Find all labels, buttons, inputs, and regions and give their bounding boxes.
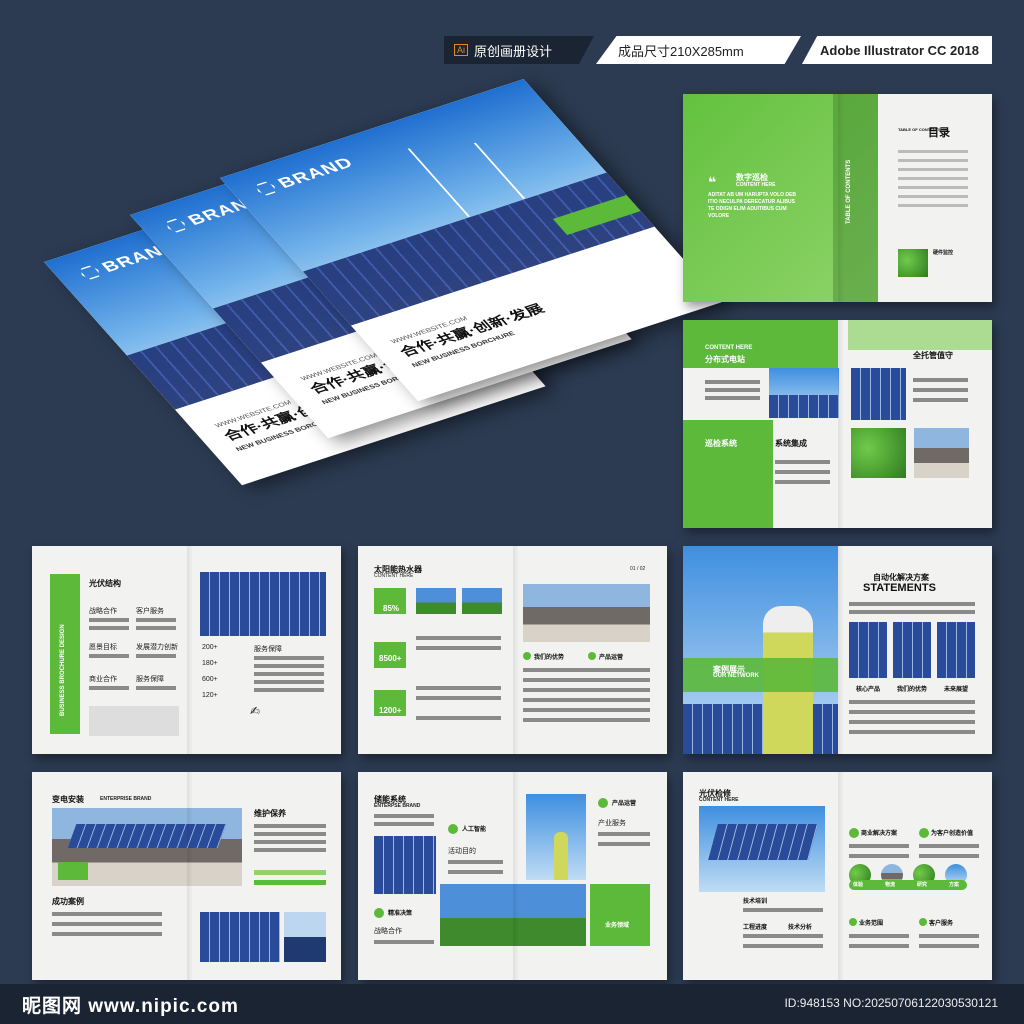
footer-bar: 昵图网 www.nipic.com ID:948153 NO:202507061… <box>0 984 1024 1024</box>
spread-pv-structure: BUSINESS BROCHURE DESIGN 光伏结构 战略合作 客户服务 … <box>32 546 341 754</box>
spread2-right-title: 全托管值守 <box>913 351 953 360</box>
header-size: 成品尺寸210X285mm <box>618 43 744 59</box>
spread-distributed-station: CONTENT HERE 分布式电站 全托管值守 巡检系统 系统集成 <box>683 320 992 528</box>
spread3-vertical: BUSINESS BROCHURE DESIGN <box>60 624 66 716</box>
illustrator-icon: Ai <box>454 44 469 56</box>
spread2-box2: 系统集成 <box>775 439 807 448</box>
toc-side-label: 硬件监控 <box>933 250 954 256</box>
header-title: 原创画册设计 <box>474 43 553 59</box>
spread-statements: 案例展示 OUR NETWORK 自动化解决方案 STATEMENTS 核心产品… <box>683 546 992 754</box>
quote-icon: ❝ <box>708 174 717 190</box>
spread6-tag: 成功案例 <box>52 897 84 906</box>
header-size-tag: 成品尺寸210X285mm <box>596 36 801 64</box>
spread6-title: 变电安装 <box>52 795 84 804</box>
spread-substation: 变电安装 ENTERPRISE BRAND 成功案例 维护保养 <box>32 772 341 980</box>
spread-pv-maintenance: 光伏检修 CONTENT HERE 技术培训 工程进度 技术分析 商业解决方案 … <box>683 772 992 980</box>
spread-energy-storage: 储能系统 ENTERPSE BRAND 人工智能 活动目的 精准决策 战略合作 … <box>358 772 667 980</box>
header-software: Adobe Illustrator CC 2018 <box>820 42 979 58</box>
spread5-title: STATEMENTS <box>863 582 936 594</box>
image-id: ID:948153 NO:20250706122030530121 <box>784 996 998 1010</box>
spread2-heading: 分布式电站 <box>705 355 745 364</box>
toc-title: 目录 <box>928 127 950 139</box>
signature-icon: ✍ <box>250 704 261 718</box>
spread-solar-water-heater: 太阳能热水器 CONTENT HERE 01 / 02 85% 8500+ 12… <box>358 546 667 754</box>
toc-quote-sub: CONTENT HERE <box>736 182 776 188</box>
spread3-title: 光伏结构 <box>89 579 121 588</box>
stat-8500: 8500+ <box>379 654 402 663</box>
spread2-box1: 巡检系统 <box>705 439 737 448</box>
spread-toc: ❝ 数字巡检 CONTENT HERE ADITAT AB UM HARUPTA… <box>683 94 992 302</box>
toc-vertical: TABLE OF CONTENTS <box>846 159 852 224</box>
stat-85: 85% <box>383 604 400 613</box>
spread6-right-title: 维护保养 <box>254 809 286 818</box>
spread7-box: 业务领域 <box>605 923 630 929</box>
nipic-logo[interactable]: 昵图网 www.nipic.com <box>22 991 239 1018</box>
header-software-tag: Adobe Illustrator CC 2018 <box>802 36 992 64</box>
header-title-tag: Ai 原创画册设计 <box>444 36 594 64</box>
stat-1200: 1200+ <box>379 706 402 715</box>
